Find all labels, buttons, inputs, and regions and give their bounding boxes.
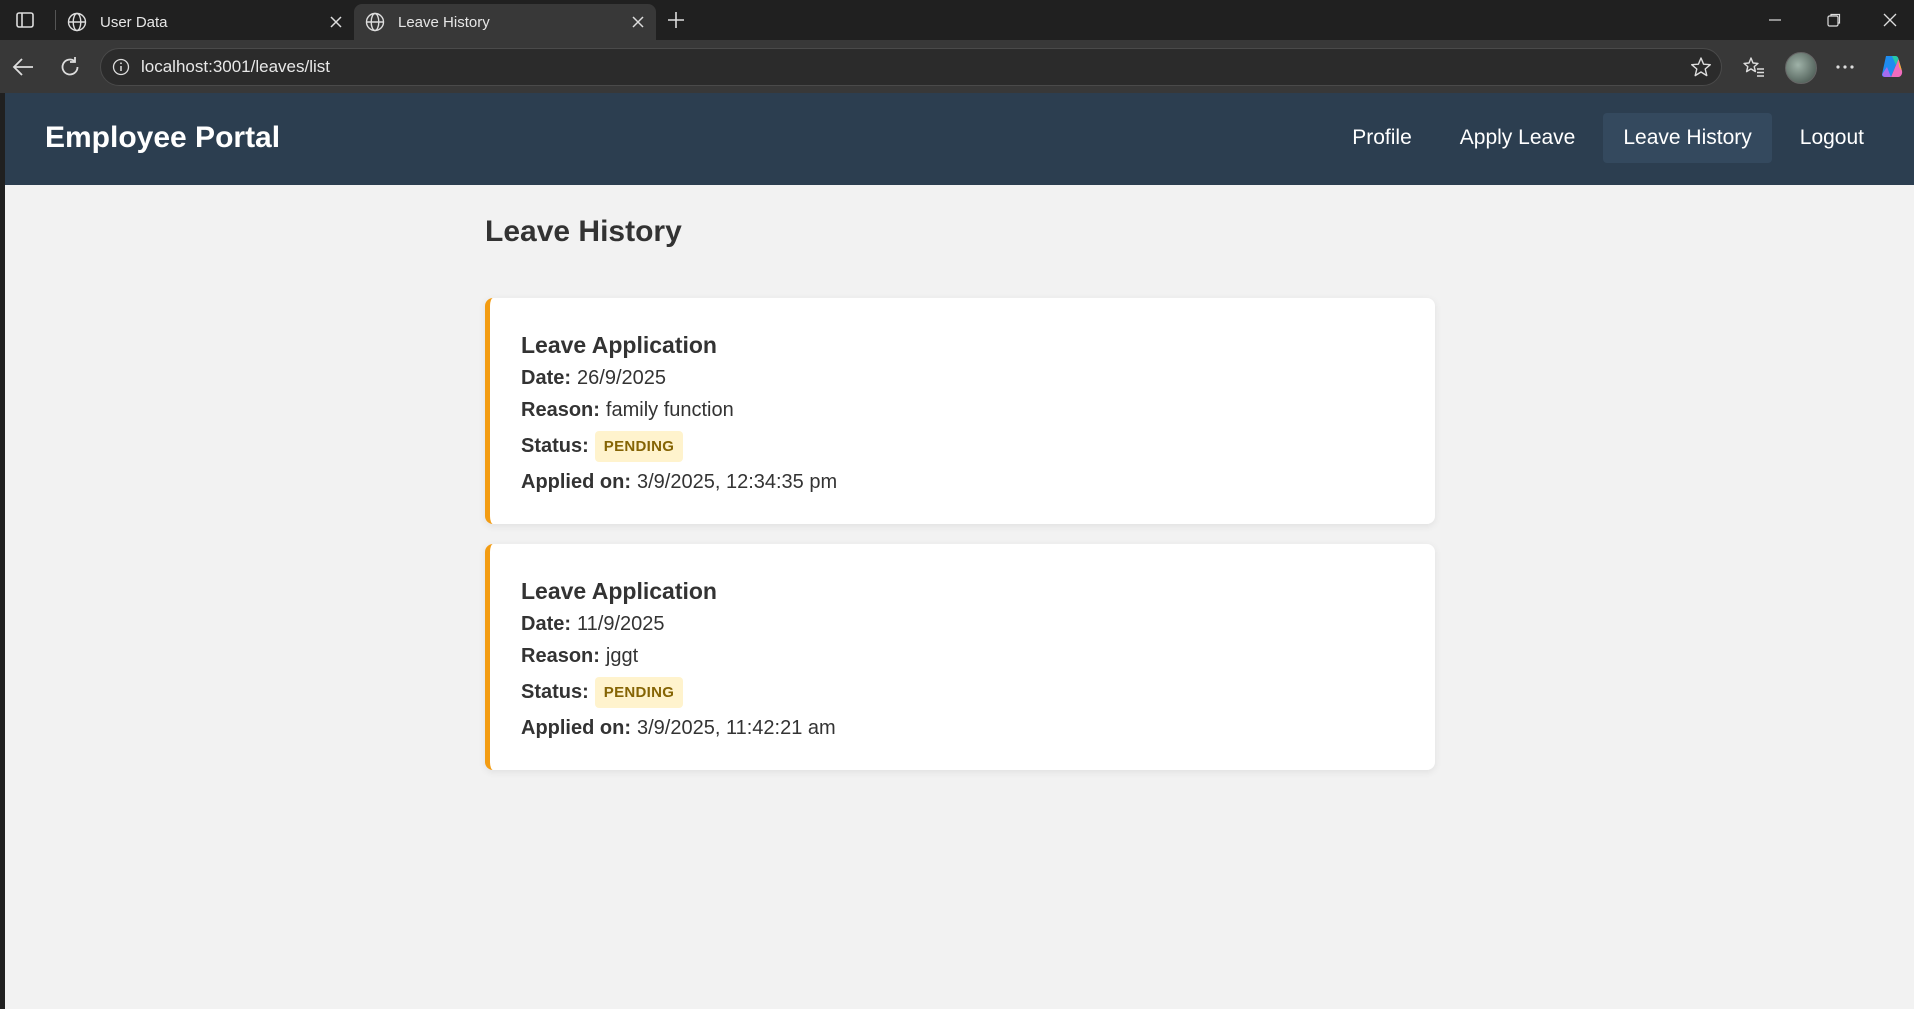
leave-reason-row: Reason: family function — [521, 399, 1435, 422]
leave-date-row: Date: 26/9/2025 — [521, 367, 1435, 390]
leave-card: Leave Application Date: 26/9/2025 Reason… — [485, 298, 1435, 524]
leave-reason-row: Reason: jggt — [521, 645, 1435, 668]
globe-icon — [364, 11, 386, 33]
leave-card-title: Leave Application — [521, 332, 717, 358]
minimize-icon[interactable] — [1747, 0, 1803, 40]
new-tab-icon[interactable] — [662, 6, 690, 34]
more-options-icon[interactable] — [1828, 50, 1862, 84]
site-info-icon[interactable] — [101, 49, 141, 85]
applied-on-value: 3/9/2025, 11:42:21 am — [636, 717, 836, 739]
reason-label: Reason: — [521, 399, 600, 421]
url-text[interactable]: localhost:3001/leaves/list — [141, 57, 1681, 77]
close-icon[interactable] — [624, 8, 652, 36]
brand-title[interactable]: Employee Portal — [45, 121, 280, 155]
nav-link-profile[interactable]: Profile — [1332, 113, 1432, 163]
date-value: 11/9/2025 — [577, 613, 665, 635]
page-viewport: Employee Portal Profile Apply Leave Leav… — [5, 93, 1914, 1009]
reason-label: Reason: — [521, 645, 600, 667]
tab-title: Leave History — [398, 13, 490, 31]
status-label: Status: — [521, 681, 589, 703]
globe-icon — [66, 11, 88, 33]
leave-applied-row: Applied on: 3/9/2025, 12:34:35 pm — [521, 471, 1435, 494]
leave-applied-row: Applied on: 3/9/2025, 11:42:21 am — [521, 717, 1435, 740]
close-icon[interactable] — [322, 8, 350, 36]
leave-card-title: Leave Application — [521, 578, 717, 604]
status-label: Status: — [521, 435, 589, 457]
address-bar[interactable]: localhost:3001/leaves/list — [100, 48, 1722, 86]
tab-title: User Data — [100, 13, 168, 31]
nav-links: Profile Apply Leave Leave History Logout — [1324, 113, 1884, 163]
refresh-icon[interactable] — [53, 50, 87, 84]
profile-avatar[interactable] — [1785, 52, 1817, 84]
browser-tab-user-data[interactable]: User Data — [56, 4, 354, 40]
reason-value: jggt — [605, 645, 639, 667]
back-arrow-icon[interactable] — [6, 50, 40, 84]
status-badge: PENDING — [594, 431, 684, 462]
date-label: Date: — [521, 367, 572, 389]
browser-tab-bar: User Data Leave History — [0, 0, 1914, 40]
favorite-star-icon[interactable] — [1681, 49, 1721, 85]
app-navbar: Employee Portal Profile Apply Leave Leav… — [5, 93, 1914, 185]
window-close-icon[interactable] — [1862, 0, 1914, 40]
leave-status-row: Status: PENDING — [521, 677, 1435, 708]
nav-link-logout[interactable]: Logout — [1780, 113, 1884, 163]
reason-value: family function — [605, 399, 734, 421]
nav-link-apply-leave[interactable]: Apply Leave — [1440, 113, 1596, 163]
copilot-icon[interactable] — [1874, 50, 1908, 84]
restore-icon[interactable] — [1806, 0, 1862, 40]
applied-on-value: 3/9/2025, 12:34:35 pm — [636, 471, 838, 493]
tab-actions-icon[interactable] — [12, 8, 38, 32]
browser-toolbar: localhost:3001/leaves/list — [0, 40, 1914, 93]
status-badge: PENDING — [594, 677, 684, 708]
applied-on-label: Applied on: — [521, 471, 631, 493]
nav-link-leave-history[interactable]: Leave History — [1603, 113, 1772, 163]
browser-tab-leave-history[interactable]: Leave History — [354, 4, 656, 40]
page-title: Leave History — [485, 215, 682, 248]
favorites-icon[interactable] — [1737, 50, 1771, 84]
applied-on-label: Applied on: — [521, 717, 631, 739]
leave-date-row: Date: 11/9/2025 — [521, 613, 1435, 636]
leave-status-row: Status: PENDING — [521, 431, 1435, 462]
date-value: 26/9/2025 — [577, 367, 666, 389]
date-label: Date: — [521, 613, 572, 635]
leave-card: Leave Application Date: 11/9/2025 Reason… — [485, 544, 1435, 770]
